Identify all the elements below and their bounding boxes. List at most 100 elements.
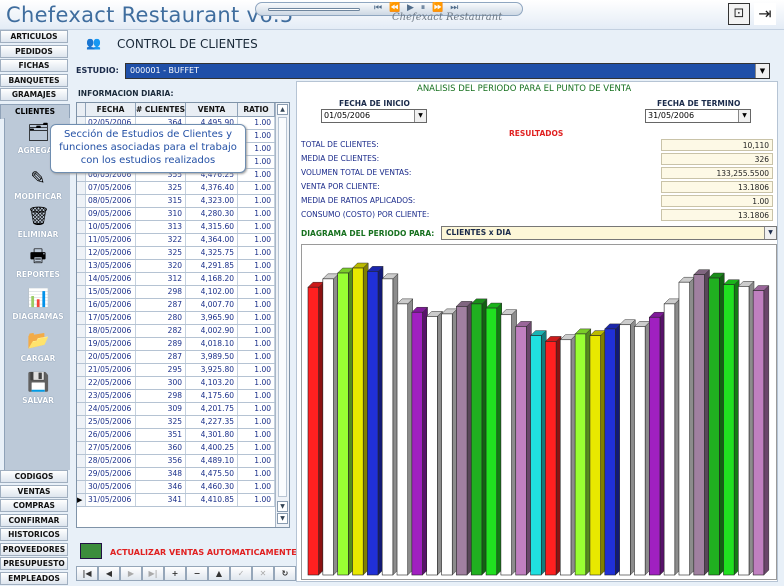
row-selector[interactable] bbox=[77, 208, 86, 220]
first-record-icon[interactable]: |◀ bbox=[76, 566, 98, 581]
cell-fecha[interactable]: 14/05/2006 bbox=[86, 273, 136, 285]
cell-fecha[interactable]: 12/05/2006 bbox=[86, 247, 136, 259]
exit-icon[interactable]: ⇥ bbox=[754, 3, 776, 25]
update-sales-icon[interactable] bbox=[80, 543, 102, 559]
table-row[interactable]: 19/05/2006 289 4,018.10 1.00 bbox=[77, 338, 275, 351]
bar-day-2[interactable] bbox=[322, 278, 334, 576]
refresh-icon[interactable]: ↻ bbox=[274, 566, 296, 581]
delete-record-icon[interactable]: − bbox=[186, 566, 208, 581]
cell-fecha[interactable]: 17/05/2006 bbox=[86, 312, 136, 324]
cancel-record-icon[interactable]: ✕ bbox=[252, 566, 274, 581]
nav-button-clientes[interactable]: CLIENTES bbox=[0, 104, 70, 119]
nav-button-articulos[interactable]: ARTICULOS bbox=[0, 30, 68, 43]
table-row[interactable]: 10/05/2006 313 4,315.60 1.00 bbox=[77, 221, 275, 234]
header-venta[interactable]: VENTA bbox=[186, 103, 238, 116]
cell-ratio[interactable]: 1.00 bbox=[238, 260, 275, 272]
cell-clientes[interactable]: 325 bbox=[136, 182, 186, 194]
nav-button-fichas[interactable]: FICHAS bbox=[0, 59, 68, 73]
cell-venta[interactable]: 4,475.50 bbox=[186, 468, 238, 480]
tool-cargar[interactable]: 📂 CARGAR bbox=[5, 330, 71, 363]
cell-venta[interactable]: 4,315.60 bbox=[186, 221, 238, 233]
header-ratio[interactable]: RATIO bbox=[238, 103, 275, 116]
update-sales-link[interactable]: ACTUALIZAR VENTAS AUTOMATICAMENTE bbox=[110, 548, 297, 557]
table-row[interactable]: 14/05/2006 312 4,168.20 1.00 bbox=[77, 273, 275, 286]
cell-ratio[interactable]: 1.00 bbox=[238, 390, 275, 402]
cell-venta[interactable]: 3,965.90 bbox=[186, 312, 238, 324]
minimize-icon[interactable]: ⊡ bbox=[728, 3, 750, 25]
table-scrollbar[interactable]: ▲ ▼ ▼ bbox=[275, 103, 289, 527]
cell-clientes[interactable]: 298 bbox=[136, 286, 186, 298]
table-row[interactable]: 21/05/2006 295 3,925.80 1.00 bbox=[77, 364, 275, 377]
table-row[interactable]: 28/05/2006 356 4,489.10 1.00 bbox=[77, 455, 275, 468]
row-selector[interactable] bbox=[77, 429, 86, 441]
tool-eliminar[interactable]: 🗑 ELIMINAR bbox=[5, 206, 71, 239]
cell-clientes[interactable]: 360 bbox=[136, 442, 186, 454]
bar-day-27[interactable] bbox=[693, 274, 705, 576]
cell-ratio[interactable]: 1.00 bbox=[238, 403, 275, 415]
cell-ratio[interactable]: 1.00 bbox=[238, 377, 275, 389]
cell-fecha[interactable]: 19/05/2006 bbox=[86, 338, 136, 350]
scroll-up-icon[interactable]: ▲ bbox=[277, 104, 288, 115]
cell-ratio[interactable]: 1.00 bbox=[238, 364, 275, 376]
row-selector[interactable] bbox=[77, 247, 86, 259]
cell-fecha[interactable]: 22/05/2006 bbox=[86, 377, 136, 389]
row-selector[interactable] bbox=[77, 312, 86, 324]
cell-fecha[interactable]: 08/05/2006 bbox=[86, 195, 136, 207]
cell-fecha[interactable]: 13/05/2006 bbox=[86, 260, 136, 272]
bar-day-21[interactable] bbox=[604, 328, 616, 576]
nav-button-ventas[interactable]: VENTAS bbox=[0, 484, 68, 498]
bar-day-7[interactable] bbox=[396, 303, 409, 576]
nav-button-pedidos[interactable]: PEDIDOS bbox=[0, 44, 68, 58]
cell-ratio[interactable]: 1.00 bbox=[238, 455, 275, 467]
cell-ratio[interactable]: 1.00 bbox=[238, 442, 275, 454]
row-selector[interactable] bbox=[77, 468, 86, 480]
row-selector[interactable] bbox=[77, 416, 86, 428]
cell-ratio[interactable]: 1.00 bbox=[238, 429, 275, 441]
chevron-down-icon[interactable]: ▼ bbox=[414, 110, 426, 122]
bar-day-12[interactable] bbox=[470, 303, 483, 576]
cell-venta[interactable]: 4,301.80 bbox=[186, 429, 238, 441]
row-selector[interactable] bbox=[77, 351, 86, 363]
table-row[interactable]: 20/05/2006 287 3,989.50 1.00 bbox=[77, 351, 275, 364]
cell-ratio[interactable]: 1.00 bbox=[238, 234, 275, 246]
cell-fecha[interactable]: 10/05/2006 bbox=[86, 221, 136, 233]
prev-record-icon[interactable]: ◀ bbox=[98, 566, 120, 581]
table-row[interactable]: 15/05/2006 298 4,102.00 1.00 bbox=[77, 286, 275, 299]
add-record-icon[interactable]: + bbox=[164, 566, 186, 581]
cell-fecha[interactable]: 23/05/2006 bbox=[86, 390, 136, 402]
cell-clientes[interactable]: 287 bbox=[136, 299, 186, 311]
tool-reportes[interactable]: 🖶 REPORTES bbox=[5, 246, 71, 279]
row-selector[interactable] bbox=[77, 234, 86, 246]
bar-day-8[interactable] bbox=[411, 311, 423, 576]
bar-day-29[interactable] bbox=[723, 284, 735, 576]
cell-clientes[interactable]: 348 bbox=[136, 468, 186, 480]
cell-clientes[interactable]: 320 bbox=[136, 260, 186, 272]
cell-fecha[interactable]: 09/05/2006 bbox=[86, 208, 136, 220]
next-record-icon[interactable]: ▶ bbox=[120, 566, 142, 581]
cell-clientes[interactable]: 298 bbox=[136, 390, 186, 402]
nav-button-proveedores[interactable]: PROVEEDORES bbox=[0, 542, 68, 556]
cell-ratio[interactable]: 1.00 bbox=[238, 416, 275, 428]
table-row[interactable]: 08/05/2006 315 4,323.00 1.00 bbox=[77, 195, 275, 208]
bar-day-3[interactable] bbox=[337, 272, 349, 576]
cell-fecha[interactable]: 30/05/2006 bbox=[86, 481, 136, 493]
table-row[interactable]: 29/05/2006 348 4,475.50 1.00 bbox=[77, 468, 275, 481]
cell-venta[interactable]: 4,018.10 bbox=[186, 338, 238, 350]
row-selector[interactable] bbox=[77, 364, 86, 376]
scroll-down-icon[interactable]: ▼ bbox=[277, 501, 288, 512]
cell-fecha[interactable]: 07/05/2006 bbox=[86, 182, 136, 194]
bar-day-15[interactable] bbox=[515, 326, 527, 576]
table-row[interactable]: 22/05/2006 300 4,103.20 1.00 bbox=[77, 377, 275, 390]
cell-venta[interactable]: 4,460.30 bbox=[186, 481, 238, 493]
cell-ratio[interactable]: 1.00 bbox=[238, 338, 275, 350]
cell-fecha[interactable]: 21/05/2006 bbox=[86, 364, 136, 376]
bar-day-30[interactable] bbox=[738, 286, 750, 576]
bar-day-11[interactable] bbox=[456, 306, 468, 576]
cell-clientes[interactable]: 351 bbox=[136, 429, 186, 441]
row-selector[interactable] bbox=[77, 390, 86, 402]
row-selector[interactable] bbox=[77, 455, 86, 467]
cell-fecha[interactable]: 20/05/2006 bbox=[86, 351, 136, 363]
scroll-end-icon[interactable]: ▼ bbox=[277, 513, 288, 524]
table-row[interactable]: 25/05/2006 325 4,227.35 1.00 bbox=[77, 416, 275, 429]
cell-ratio[interactable]: 1.00 bbox=[238, 351, 275, 363]
